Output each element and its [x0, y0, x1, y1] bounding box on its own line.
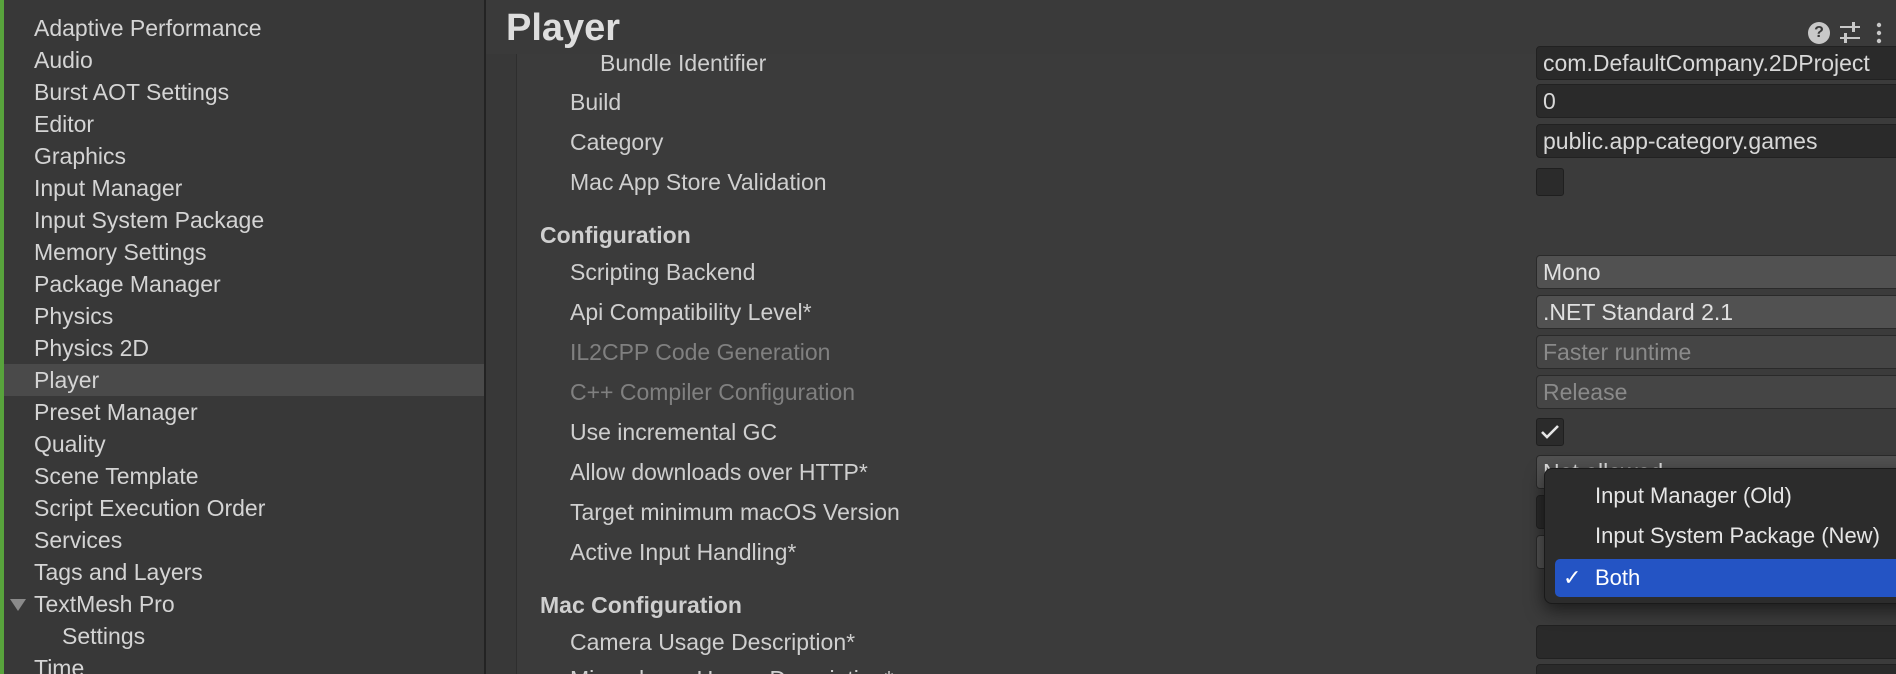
il2cpp-code-generation-dropdown: Faster runtime	[1536, 335, 1896, 369]
page-title: Player	[506, 7, 621, 49]
sidebar-item-scene-template[interactable]: Scene Template	[4, 460, 484, 492]
category-label: Category	[570, 129, 664, 155]
sidebar-item-adaptive-performance[interactable]: Adaptive Performance	[4, 12, 484, 44]
preset-sliders-icon[interactable]	[1838, 21, 1862, 45]
dropdown-value: .NET Standard 2.1	[1543, 299, 1734, 325]
active-input-handling-popup-menu: Input Manager (Old) Input System Package…	[1544, 468, 1896, 604]
scripting-backend-label: Scripting Backend	[570, 259, 756, 285]
settings-sidebar: Adaptive Performance Audio Burst AOT Set…	[0, 0, 484, 674]
sidebar-item-preset-manager[interactable]: Preset Manager	[4, 396, 484, 428]
use-incremental-gc-checkbox[interactable]	[1536, 418, 1564, 446]
il2cpp-code-generation-label: IL2CPP Code Generation	[570, 339, 831, 365]
sidebar-item-audio[interactable]: Audio	[4, 44, 484, 76]
build-label: Build	[570, 89, 622, 115]
menu-item-label: Input System Package (New)	[1595, 523, 1880, 548]
cpp-compiler-configuration-label: C++ Compiler Configuration	[570, 379, 856, 405]
api-compatibility-level-label: Api Compatibility Level*	[570, 299, 812, 325]
build-field[interactable]: 0	[1536, 84, 1896, 118]
allow-downloads-over-http-label: Allow downloads over HTTP*	[570, 459, 868, 485]
camera-usage-description-field[interactable]	[1536, 625, 1896, 659]
active-input-handling-label: Active Input Handling*	[570, 539, 797, 565]
sidebar-item-textmesh-pro[interactable]: TextMesh Pro	[4, 588, 484, 620]
sidebar-item-physics-2d[interactable]: Physics 2D	[4, 332, 484, 364]
camera-usage-description-label: Camera Usage Description*	[570, 629, 856, 655]
mac-app-store-validation-checkbox[interactable]	[1536, 168, 1564, 196]
project-settings-window: Adaptive Performance Audio Burst AOT Set…	[0, 0, 1896, 674]
sidebar-item-graphics[interactable]: Graphics	[4, 140, 484, 172]
sidebar-item-label: TextMesh Pro	[34, 591, 175, 617]
menu-item-input-system-package-new[interactable]: Input System Package (New)	[1555, 517, 1896, 555]
sidebar-item-burst-aot-settings[interactable]: Burst AOT Settings	[4, 76, 484, 108]
scripting-backend-dropdown[interactable]: Mono	[1536, 255, 1896, 289]
sidebar-item-input-system-package[interactable]: Input System Package	[4, 204, 484, 236]
category-field[interactable]: public.app-category.games	[1536, 124, 1896, 158]
menu-item-input-manager-old[interactable]: Input Manager (Old)	[1555, 477, 1896, 515]
sidebar-item-package-manager[interactable]: Package Manager	[4, 268, 484, 300]
sidebar-item-textmesh-pro-settings[interactable]: Settings	[4, 620, 484, 652]
mac-app-store-validation-label: Mac App Store Validation	[570, 169, 827, 195]
bundle-identifier-label: Bundle Identifier	[600, 50, 767, 76]
dropdown-value: Mono	[1543, 259, 1601, 285]
bundle-identifier-field[interactable]: com.DefaultCompany.2DProject	[1536, 46, 1896, 80]
dropdown-value: Release	[1543, 379, 1628, 405]
sidebar-item-physics[interactable]: Physics	[4, 300, 484, 332]
foldout-arrow-icon[interactable]	[10, 599, 26, 611]
player-settings-panel: Player ? Bundle Identifier com.DefaultCo…	[486, 0, 1896, 674]
sidebar-item-memory-settings[interactable]: Memory Settings	[4, 236, 484, 268]
sidebar-item-tags-and-layers[interactable]: Tags and Layers	[4, 556, 484, 588]
sidebar-item-quality[interactable]: Quality	[4, 428, 484, 460]
sidebar-item-script-execution-order[interactable]: Script Execution Order	[4, 492, 484, 524]
sidebar-item-editor[interactable]: Editor	[4, 108, 484, 140]
context-menu-icon[interactable]	[1876, 20, 1882, 46]
mac-configuration-header: Mac Configuration	[540, 592, 742, 618]
help-icon[interactable]: ?	[1808, 22, 1830, 44]
menu-item-both[interactable]: ✓ Both	[1555, 559, 1896, 597]
menu-item-label: Both	[1595, 565, 1641, 590]
checkmark-icon	[1541, 425, 1559, 439]
dropdown-value: Faster runtime	[1543, 339, 1692, 365]
sidebar-item-player[interactable]: Player	[4, 364, 484, 396]
configuration-header: Configuration	[540, 222, 691, 248]
api-compatibility-level-dropdown[interactable]: .NET Standard 2.1	[1536, 295, 1896, 329]
menu-item-label: Input Manager (Old)	[1595, 483, 1792, 508]
cpp-compiler-configuration-dropdown: Release	[1536, 375, 1896, 409]
microphone-usage-description-field[interactable]	[1536, 664, 1896, 674]
target-minimum-macos-version-label: Target minimum macOS Version	[570, 499, 900, 525]
microphone-usage-description-label: Microphone Usage Description*	[570, 664, 893, 674]
sidebar-item-services[interactable]: Services	[4, 524, 484, 556]
checkmark-icon: ✓	[1563, 565, 1582, 590]
use-incremental-gc-label: Use incremental GC	[570, 419, 778, 445]
sidebar-item-time[interactable]: Time	[4, 652, 484, 674]
sidebar-item-input-manager[interactable]: Input Manager	[4, 172, 484, 204]
